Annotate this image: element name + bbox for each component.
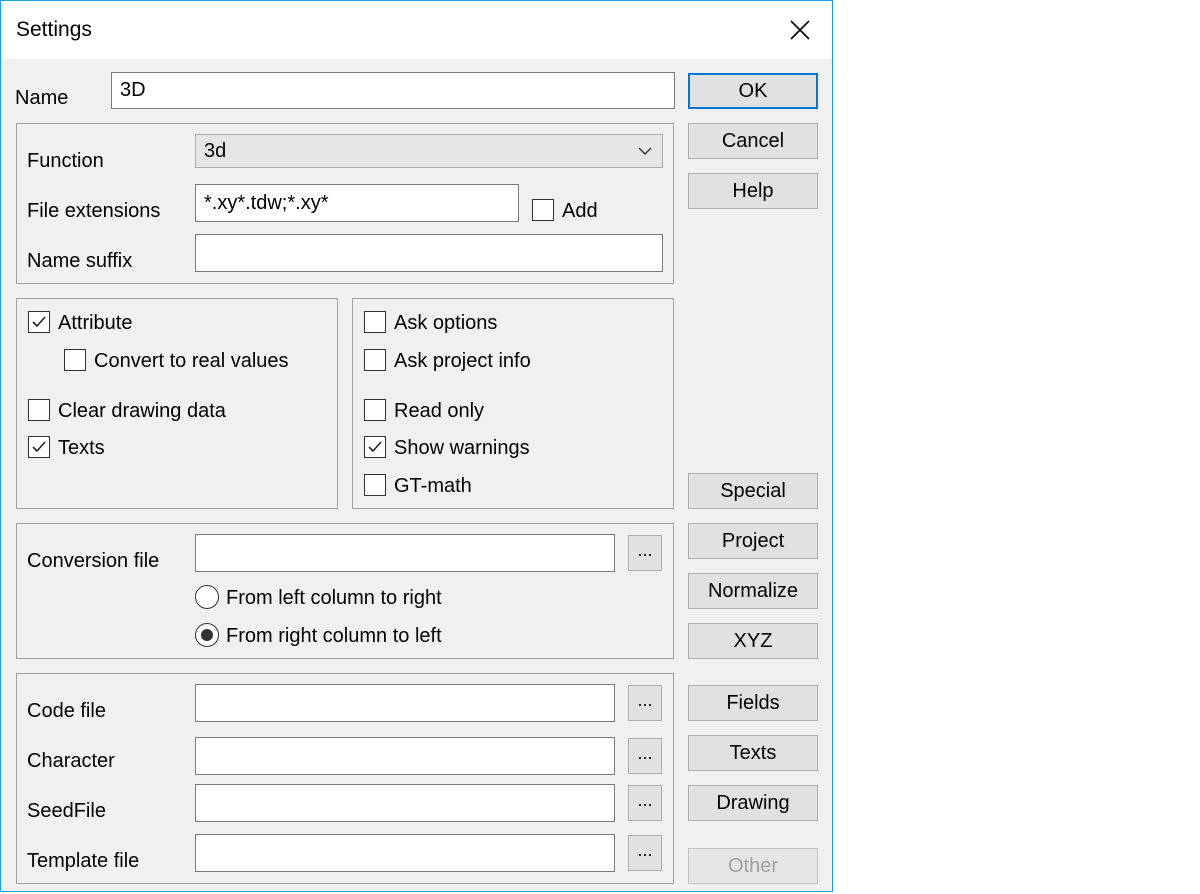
special-button[interactable]: Special xyxy=(688,473,818,509)
clear-drawing-data-checkbox[interactable] xyxy=(28,399,50,421)
radio-selected-dot xyxy=(201,629,213,641)
function-value: 3d xyxy=(204,140,227,162)
add-checkbox[interactable] xyxy=(532,199,554,221)
check-icon xyxy=(32,316,46,328)
fields-button[interactable]: Fields xyxy=(688,685,818,721)
ask-project-info-checkbox[interactable] xyxy=(364,349,386,371)
right-to-left-label: From right column to left xyxy=(226,625,442,647)
clear-drawing-data-label: Clear drawing data xyxy=(58,400,226,422)
other-button: Other xyxy=(688,848,818,884)
show-warnings-checkbox[interactable] xyxy=(364,436,386,458)
template-file-browse-button[interactable]: ... xyxy=(628,835,662,871)
read-only-checkbox[interactable] xyxy=(364,399,386,421)
attribute-label: Attribute xyxy=(58,312,133,334)
gt-math-label: GT-math xyxy=(394,475,472,497)
template-file-label: Template file xyxy=(27,850,140,872)
drawing-button[interactable]: Drawing xyxy=(688,785,818,821)
left-to-right-radio[interactable] xyxy=(195,585,219,609)
conversion-file-browse-button[interactable]: ... xyxy=(628,535,662,571)
right-to-left-radio[interactable] xyxy=(195,623,219,647)
ok-button[interactable]: OK xyxy=(688,73,818,109)
code-file-input[interactable] xyxy=(195,684,615,722)
name-label: Name xyxy=(15,87,69,109)
normalize-button[interactable]: Normalize xyxy=(688,573,818,609)
cancel-button[interactable]: Cancel xyxy=(688,123,818,159)
texts-button[interactable]: Texts xyxy=(688,735,818,771)
project-button[interactable]: Project xyxy=(688,523,818,559)
xyz-button[interactable]: XYZ xyxy=(688,623,818,659)
character-browse-button[interactable]: ... xyxy=(628,738,662,774)
gt-math-checkbox[interactable] xyxy=(364,474,386,496)
code-file-browse-button[interactable]: ... xyxy=(628,685,662,721)
conversion-file-input[interactable] xyxy=(195,534,615,572)
title-bar: Settings xyxy=(1,1,832,59)
close-icon xyxy=(790,20,810,40)
add-label: Add xyxy=(562,200,598,222)
name-suffix-input[interactable] xyxy=(195,234,663,272)
ask-project-info-label: Ask project info xyxy=(394,350,531,372)
ask-options-label: Ask options xyxy=(394,312,498,334)
show-warnings-label: Show warnings xyxy=(394,437,530,459)
read-only-label: Read only xyxy=(394,400,485,422)
seedfile-browse-button[interactable]: ... xyxy=(628,785,662,821)
convert-real-values-label: Convert to real values xyxy=(94,350,289,372)
template-file-input[interactable] xyxy=(195,834,615,872)
settings-dialog: Settings Name Function 3d File extension… xyxy=(0,0,833,892)
close-button[interactable] xyxy=(782,11,818,49)
function-label: Function xyxy=(27,150,104,172)
character-input[interactable] xyxy=(195,737,615,775)
function-select[interactable]: 3d xyxy=(195,134,663,168)
ask-options-checkbox[interactable] xyxy=(364,311,386,333)
conversion-file-label: Conversion file xyxy=(27,550,160,572)
texts-label: Texts xyxy=(58,437,105,459)
check-icon xyxy=(32,441,46,453)
window-title: Settings xyxy=(16,18,92,41)
seedfile-input[interactable] xyxy=(195,784,615,822)
help-button[interactable]: Help xyxy=(688,173,818,209)
convert-real-values-checkbox[interactable] xyxy=(64,349,86,371)
texts-checkbox[interactable] xyxy=(28,436,50,458)
code-file-label: Code file xyxy=(27,700,106,722)
left-to-right-label: From left column to right xyxy=(226,587,442,609)
seedfile-label: SeedFile xyxy=(27,800,106,822)
name-suffix-label: Name suffix xyxy=(27,250,133,272)
check-icon xyxy=(368,441,382,453)
file-extensions-label: File extensions xyxy=(27,200,161,222)
file-extensions-input[interactable] xyxy=(195,184,519,222)
name-input[interactable] xyxy=(111,72,675,109)
attribute-checkbox[interactable] xyxy=(28,311,50,333)
chevron-down-icon xyxy=(638,147,652,155)
character-label: Character xyxy=(27,750,115,772)
